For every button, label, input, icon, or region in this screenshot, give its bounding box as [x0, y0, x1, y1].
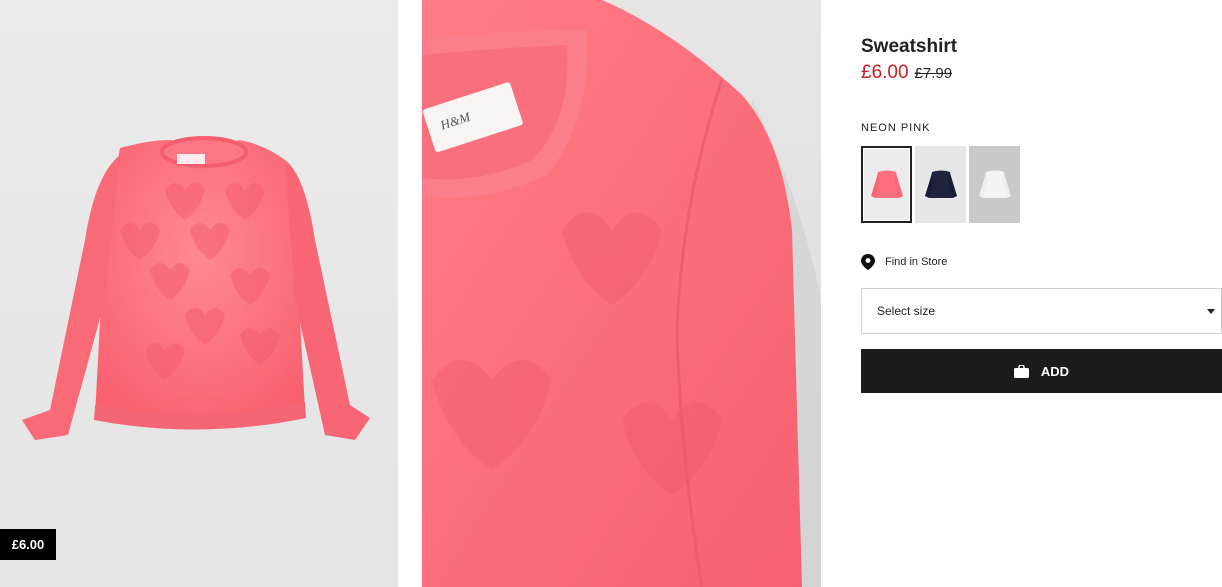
shopping-bag-icon [1013, 364, 1029, 378]
swatch-white[interactable] [969, 146, 1020, 223]
swatch-navy-thumbnail [924, 170, 957, 198]
caret-down-icon [1207, 309, 1215, 314]
swatch-white-thumbnail [978, 170, 1011, 198]
location-pin-icon [861, 254, 875, 270]
product-image-front[interactable]: £6.00 [0, 0, 398, 587]
price-row: £6.00 £7.99 [861, 62, 952, 84]
find-in-store-link[interactable]: Find in Store [861, 254, 947, 270]
gallery-gap [398, 0, 422, 587]
product-image-detail[interactable]: H&M [422, 0, 821, 587]
find-in-store-label: Find in Store [885, 256, 948, 268]
selected-color-label: NEON PINK [861, 122, 931, 134]
swatch-pink-thumbnail [870, 170, 903, 198]
add-button-label: ADD [1040, 363, 1070, 379]
price-badge: £6.00 [0, 529, 56, 560]
swatch-neon-pink[interactable] [861, 146, 912, 223]
sale-price: £6.00 [861, 62, 909, 83]
add-to-bag-button[interactable]: ADD [861, 349, 1222, 393]
sweatshirt-front-image [22, 136, 370, 440]
color-swatches [861, 146, 1020, 223]
size-select-placeholder: Select size [877, 304, 936, 318]
product-title: Sweatshirt [861, 36, 958, 57]
sweatshirt-detail-image: H&M [422, 0, 821, 587]
swatch-navy[interactable] [915, 146, 966, 223]
original-price: £7.99 [914, 65, 953, 82]
size-select[interactable]: Select size [861, 288, 1222, 334]
product-info-panel: Sweatshirt £6.00 £7.99 NEON PINK Find in… [861, 0, 1222, 587]
